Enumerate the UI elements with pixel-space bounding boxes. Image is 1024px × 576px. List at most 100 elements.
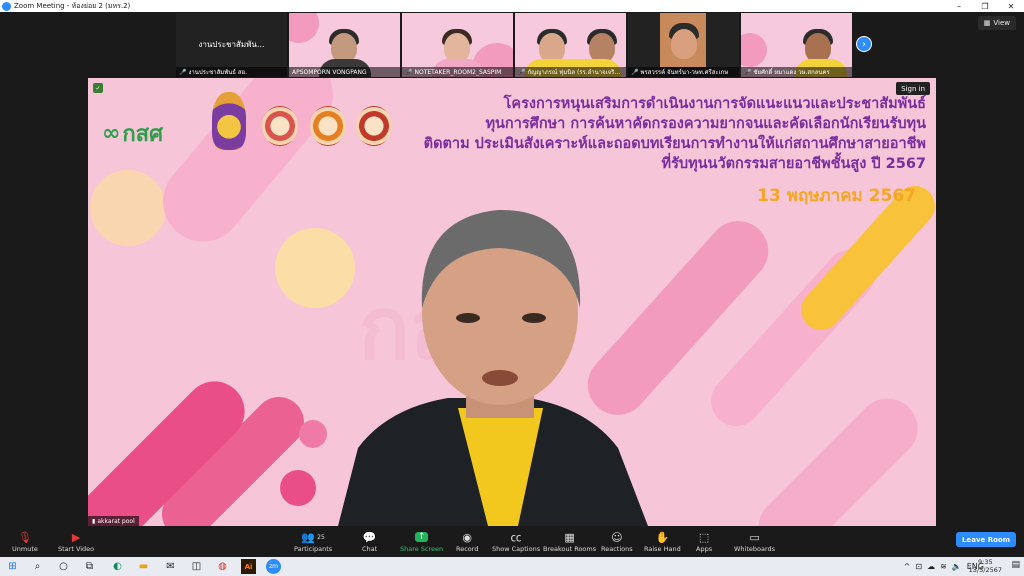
- muted-mic-icon: 🎤: [518, 68, 526, 76]
- participant-thumbnail[interactable]: 🎤 พรสวรรค์ จันทร์นา-วษท.ศรีสะเกษ: [628, 13, 739, 77]
- window-controls: – ❐ ✕: [946, 2, 1024, 11]
- participant-name-bar: 🎤 พรสวรรค์ จันทร์นา-วษท.ศรีสะเกษ: [628, 67, 739, 77]
- windows-start-icon[interactable]: ⊞: [5, 559, 20, 574]
- window-title: Zoom Meeting - ห้องย่อย 2 (มหร.2): [14, 1, 131, 10]
- minimize-button[interactable]: –: [946, 2, 972, 11]
- reactions-label: Reactions: [601, 545, 633, 553]
- speaker-name-tag: ▮ akkarat pool: [88, 516, 139, 526]
- notification-icon[interactable]: ▤: [1011, 560, 1020, 570]
- participant-name: NOTETAKER_ROOM2_SASPIM: [414, 68, 502, 76]
- chat-label: Chat: [362, 545, 378, 553]
- chrome-icon[interactable]: ◍: [215, 559, 230, 574]
- participant-thumbnail[interactable]: 🎤 NOTETAKER_ROOM2_SASPIM: [402, 13, 513, 77]
- presenter-eye: [522, 313, 546, 323]
- clock-date: 13/5/2567: [968, 566, 1002, 574]
- muted-mic-icon: 🎤: [179, 68, 187, 76]
- participant-thumbnail[interactable]: 🎤 ชัยศักดิ์ หมาแดง วษ.สกลนคร: [741, 13, 852, 77]
- raise-hand-button[interactable]: ✋ Raise Hand: [644, 529, 681, 554]
- muted-mic-icon: 🎙: [17, 530, 32, 544]
- speaker-name: akkarat pool: [97, 517, 135, 525]
- participant-name-bar: 🎤 ชัยศักดิ์ หมาแดง วษ.สกลนคร: [741, 67, 852, 77]
- participant-thumbnail[interactable]: APSOMPORN VONGPANG: [289, 13, 400, 77]
- share-screen-icon: ↑: [414, 529, 429, 545]
- breakout-rooms-icon: ▦: [564, 530, 575, 544]
- participant-name: APSOMPORN VONGPANG: [292, 68, 367, 76]
- chat-icon: 💬: [362, 530, 377, 544]
- close-button[interactable]: ✕: [998, 2, 1024, 11]
- whiteboard-icon: ▭: [749, 530, 760, 544]
- volume-icon[interactable]: 🔈: [952, 562, 962, 571]
- participant-thumbnails: งานประชาสัมพัน... 🎤 งานประชาสัมพันธ์ สอ.…: [176, 13, 852, 77]
- network-icon[interactable]: ⊡: [915, 562, 922, 571]
- chevron-up-icon[interactable]: ^: [904, 562, 911, 571]
- muted-mic-icon: 🎤: [744, 68, 752, 76]
- presenter-eye: [456, 313, 480, 323]
- apps-button[interactable]: ⬚ Apps: [696, 529, 712, 554]
- file-explorer-icon[interactable]: ▬: [136, 559, 151, 574]
- participant-thumbnail[interactable]: งานประชาสัมพัน... 🎤 งานประชาสัมพันธ์ สอ.: [176, 13, 287, 77]
- background-shape: [741, 33, 767, 67]
- participant-center-name: งานประชาสัมพัน...: [198, 40, 265, 49]
- breakout-rooms-button[interactable]: ▦ Breakout Rooms: [543, 529, 597, 554]
- reactions-icon: ☺: [611, 530, 623, 544]
- clock-time: 9:35: [978, 558, 993, 566]
- cloud-icon[interactable]: ☁: [927, 562, 935, 571]
- system-clock[interactable]: 9:35 13/5/2567: [969, 558, 1002, 574]
- view-label: View: [993, 19, 1010, 27]
- apps-icon: ⬚: [698, 530, 710, 544]
- participants-label: Participants: [294, 545, 333, 553]
- raise-hand-icon: ✋: [655, 530, 670, 544]
- presenter-figure: [338, 209, 648, 526]
- show-captions-label: Show Captions: [492, 545, 541, 553]
- share-screen-label: Share Screen: [400, 545, 444, 553]
- share-screen-button[interactable]: ↑ Share Screen: [400, 529, 443, 553]
- participants-button[interactable]: 👥 25 Participants: [294, 529, 333, 554]
- reactions-button[interactable]: ☺ Reactions: [601, 529, 633, 554]
- record-icon: ◉: [462, 530, 473, 544]
- presenter-mouth: [482, 370, 518, 386]
- window-titlebar: Zoom Meeting - ห้องย่อย 2 (มหร.2) – ❐ ✕: [0, 0, 1024, 12]
- whiteboards-button[interactable]: ▭ Whiteboards: [734, 529, 776, 554]
- participants-icon: 👥 25: [301, 530, 325, 544]
- video-off-icon: ▶: [71, 530, 81, 544]
- start-video-label: Start Video: [58, 545, 95, 553]
- mail-icon[interactable]: ✉: [163, 559, 178, 574]
- signal-icon: ▮: [92, 517, 96, 525]
- raise-hand-label: Raise Hand: [644, 545, 681, 553]
- next-page-arrow-icon[interactable]: ›: [856, 36, 872, 52]
- cortana-icon[interactable]: ○: [56, 559, 71, 574]
- video-person-face: [671, 29, 697, 59]
- participants-count: 25: [317, 533, 325, 541]
- muted-mic-icon: 🎤: [405, 68, 413, 76]
- wifi-icon[interactable]: ≋: [940, 562, 947, 571]
- grid-icon: ▦: [983, 19, 991, 27]
- search-icon[interactable]: ⌕: [30, 559, 45, 574]
- view-button[interactable]: ▦ View: [977, 16, 1016, 30]
- store-icon[interactable]: ◫: [189, 559, 204, 574]
- task-view-icon[interactable]: ⧉: [82, 559, 97, 574]
- illustrator-icon[interactable]: Ai: [241, 559, 256, 574]
- active-speaker-video: กสศ ✓ Sign in ∞ กสศ โครงการหนุนเสริมการด…: [88, 78, 936, 526]
- zoom-taskbar-icon[interactable]: zm: [266, 559, 281, 574]
- meeting-toolbar: 🎙 Unmute ▶ Start Video 👥 25 Participants …: [0, 527, 1024, 557]
- captions-icon: ㏄: [510, 531, 522, 544]
- participant-name-bar: 🎤 กัญญาภรณ์ ทุ่มนิล (รร.อำนาจเจริ...: [515, 67, 626, 77]
- show-captions-button[interactable]: ㏄ Show Captions: [492, 529, 540, 553]
- background-shape: [289, 13, 319, 43]
- leave-room-button[interactable]: Leave Room: [956, 532, 1016, 547]
- participant-name-bar: APSOMPORN VONGPANG: [289, 67, 400, 77]
- participant-name: ชัยศักดิ์ หมาแดง วษ.สกลนคร: [753, 69, 830, 76]
- whiteboards-label: Whiteboards: [734, 545, 776, 553]
- unmute-button[interactable]: 🎙 Unmute: [12, 529, 38, 554]
- record-button[interactable]: ◉ Record: [456, 529, 478, 554]
- edge-icon[interactable]: ◐: [110, 559, 125, 574]
- breakout-rooms-label: Breakout Rooms: [543, 545, 597, 553]
- chat-button[interactable]: 💬 Chat: [362, 529, 378, 554]
- participant-name: พรสวรรค์ จันทร์นา-วษท.ศรีสะเกษ: [640, 69, 729, 76]
- participant-name: งานประชาสัมพันธ์ สอ.: [188, 69, 247, 76]
- participant-name: กัญญาภรณ์ ทุ่มนิล (รร.อำนาจเจริ...: [527, 69, 621, 76]
- unmute-label: Unmute: [12, 545, 38, 553]
- restore-button[interactable]: ❐: [972, 2, 998, 11]
- start-video-button[interactable]: ▶ Start Video: [58, 529, 95, 554]
- participant-thumbnail[interactable]: 🎤 กัญญาภรณ์ ทุ่มนิล (รร.อำนาจเจริ...: [515, 13, 626, 77]
